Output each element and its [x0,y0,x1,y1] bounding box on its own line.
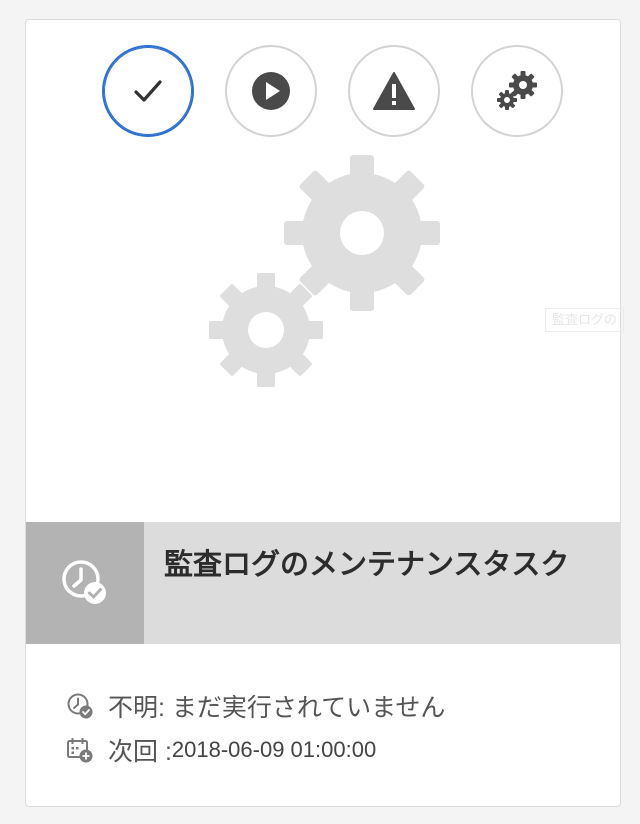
status-row: 不明: まだ実行されていません [66,684,445,728]
scheduled-clock-icon [62,560,106,604]
checkmark-icon [134,80,162,102]
gears-icon [209,155,440,387]
task-title-bar[interactable]: 監査ログのメンテナンスタスク [26,522,620,644]
task-title: 監査ログのメンテナンスタスク [164,549,570,581]
quick-actions [26,45,620,137]
calendar-add-icon [67,738,93,763]
select-button[interactable] [102,45,194,137]
alert-icon [373,72,415,110]
next-run-row: 次回 : 2018-06-09 01:00:00 [66,728,445,772]
next-run-label: 次回 : [108,738,172,766]
run-button[interactable] [225,45,317,137]
hover-tooltip: 監査ログの [545,308,625,332]
play-icon [252,72,290,110]
task-thumbnail[interactable] [26,145,620,520]
gears-icon [497,71,537,110]
task-meta: 不明: まだ実行されていません 次回 : 2018-06-09 01:00:00 [66,684,445,772]
configure-button[interactable] [471,45,563,137]
status-text: 不明: まだ実行されていません [108,694,446,722]
next-run-value: 2018-06-09 01:00:00 [171,737,377,762]
stop-button[interactable] [348,45,440,137]
task-card[interactable]: 監査ログのメンテナンスタスク 不明: まだ実行されていません 次回: 2018… [25,19,621,807]
task-type-badge [26,522,144,644]
status-clock-icon [67,693,93,719]
